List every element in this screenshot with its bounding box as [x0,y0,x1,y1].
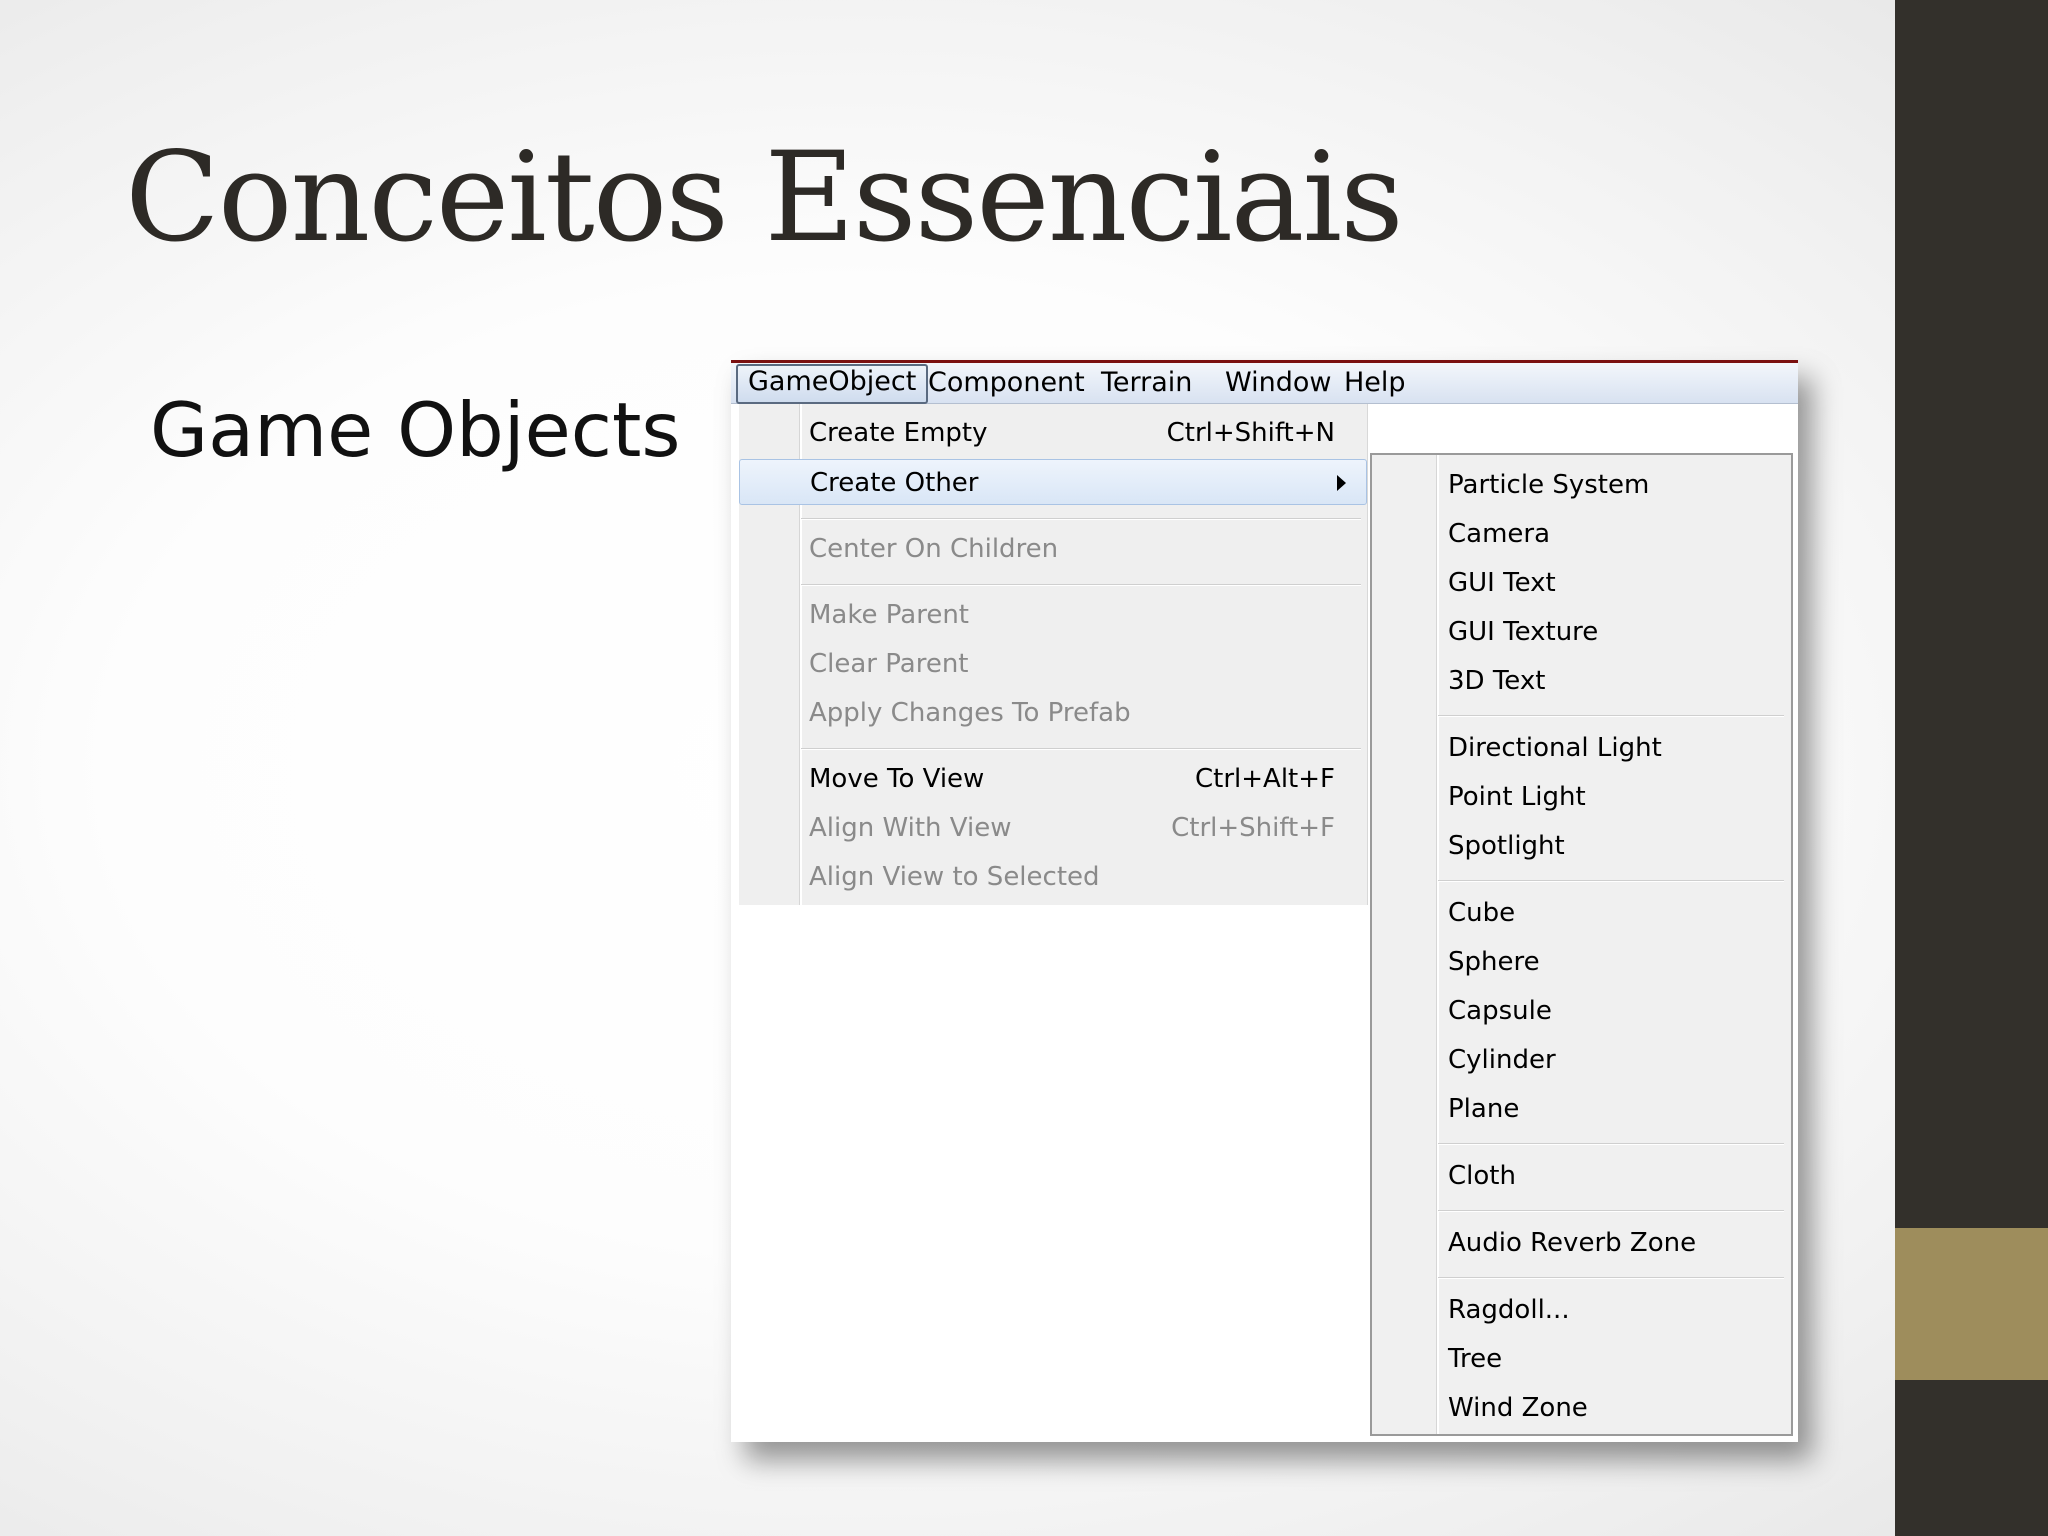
menu-item-label: Align View to Selected [809,862,1100,892]
menu-item-label: Create Other [810,468,979,498]
submenu-item-gui-text[interactable]: GUI Text [1372,560,1791,606]
submenu-item-point-light[interactable]: Point Light [1372,774,1791,820]
submenu-item-spotlight[interactable]: Spotlight [1372,823,1791,869]
submenu-item-label: GUI Text [1448,568,1556,598]
menu-help[interactable]: Help [1334,365,1416,401]
slide-sidebar-accent [1895,1228,2048,1380]
menu-item-shortcut: Ctrl+Shift+F [1171,813,1335,843]
submenu-item-label: Cube [1448,898,1516,928]
slide-title: Conceitos Essenciais [125,126,1404,270]
submenu-item-particle-system[interactable]: Particle System [1372,462,1791,508]
submenu-item-label: Point Light [1448,782,1586,812]
menu-item-label: Make Parent [809,600,969,630]
menu-terrain[interactable]: Terrain [1091,365,1202,401]
slide-bullet: Game Objects [150,386,681,474]
menu-item-apply-changes-to-prefab[interactable]: Apply Changes To Prefab [739,690,1367,736]
menu-item-label: Create Empty [809,418,988,448]
menu-item-label: Center On Children [809,534,1059,564]
submenu-item-tree[interactable]: Tree [1372,1336,1791,1382]
submenu-item-label: Plane [1448,1094,1520,1124]
menu-item-make-parent[interactable]: Make Parent [739,592,1367,638]
submenu-separator [1438,1143,1784,1145]
submenu-item-3d-text[interactable]: 3D Text [1372,658,1791,704]
submenu-arrow-icon [1337,475,1346,491]
submenu-item-label: Tree [1448,1344,1503,1374]
submenu-item-label: 3D Text [1448,666,1546,696]
submenu-item-label: Camera [1448,519,1551,549]
submenu-separator [1438,715,1784,717]
menu-item-align-with-view[interactable]: Align With View Ctrl+Shift+F [739,805,1367,851]
submenu-item-wind-zone[interactable]: Wind Zone [1372,1385,1791,1431]
menu-separator [801,518,1361,520]
menu-item-label: Clear Parent [809,649,969,679]
menu-gameobject[interactable]: GameObject [736,364,929,404]
menu-item-shortcut: Ctrl+Alt+F [1195,764,1335,794]
submenu-item-plane[interactable]: Plane [1372,1086,1791,1132]
menu-item-label: Align With View [809,813,1012,843]
submenu-item-label: Capsule [1448,996,1552,1026]
submenu-item-audio-reverb-zone[interactable]: Audio Reverb Zone [1372,1220,1791,1266]
submenu-item-label: GUI Texture [1448,617,1599,647]
menu-component[interactable]: Component [918,365,1095,401]
submenu-item-cube[interactable]: Cube [1372,890,1791,936]
submenu-separator [1438,880,1784,882]
submenu-item-label: Spotlight [1448,831,1565,861]
submenu-separator [1438,1210,1784,1212]
menu-item-create-empty[interactable]: Create Empty Ctrl+Shift+N [739,410,1367,456]
menu-item-center-on-children[interactable]: Center On Children [739,526,1367,572]
submenu-item-directional-light[interactable]: Directional Light [1372,725,1791,771]
submenu-separator [1438,1277,1784,1279]
menu-item-label: Apply Changes To Prefab [809,698,1131,728]
submenu-item-label: Wind Zone [1448,1393,1588,1423]
menu-bar: GameObject Component Terrain Window Help [731,363,1798,404]
menu-item-create-other[interactable]: Create Other [739,459,1367,505]
menu-separator [801,748,1361,750]
gameobject-dropdown: Create Empty Ctrl+Shift+N Create Other C… [739,404,1368,905]
menu-window[interactable]: Window [1215,365,1341,401]
menu-item-shortcut: Ctrl+Shift+N [1166,418,1335,448]
submenu-item-label: Cylinder [1448,1045,1556,1075]
submenu-item-label: Cloth [1448,1161,1516,1191]
submenu-item-label: Particle System [1448,470,1650,500]
submenu-item-label: Audio Reverb Zone [1448,1228,1697,1258]
submenu-item-ragdoll[interactable]: Ragdoll... [1372,1287,1791,1333]
submenu-item-cloth[interactable]: Cloth [1372,1153,1791,1199]
submenu-item-camera[interactable]: Camera [1372,511,1791,557]
submenu-item-label: Sphere [1448,947,1540,977]
menu-item-clear-parent[interactable]: Clear Parent [739,641,1367,687]
submenu-item-capsule[interactable]: Capsule [1372,988,1791,1034]
menu-item-align-view-to-selected[interactable]: Align View to Selected [739,854,1367,900]
submenu-item-sphere[interactable]: Sphere [1372,939,1791,985]
submenu-item-label: Ragdoll... [1448,1295,1570,1325]
unity-menu-screenshot: GameObject Component Terrain Window Help… [731,360,1798,1442]
menu-item-label: Move To View [809,764,985,794]
submenu-item-label: Directional Light [1448,733,1662,763]
menu-separator [801,584,1361,586]
menu-item-move-to-view[interactable]: Move To View Ctrl+Alt+F [739,756,1367,802]
create-other-submenu: Particle System Camera GUI Text GUI Text… [1370,453,1793,1436]
submenu-item-gui-texture[interactable]: GUI Texture [1372,609,1791,655]
submenu-item-cylinder[interactable]: Cylinder [1372,1037,1791,1083]
